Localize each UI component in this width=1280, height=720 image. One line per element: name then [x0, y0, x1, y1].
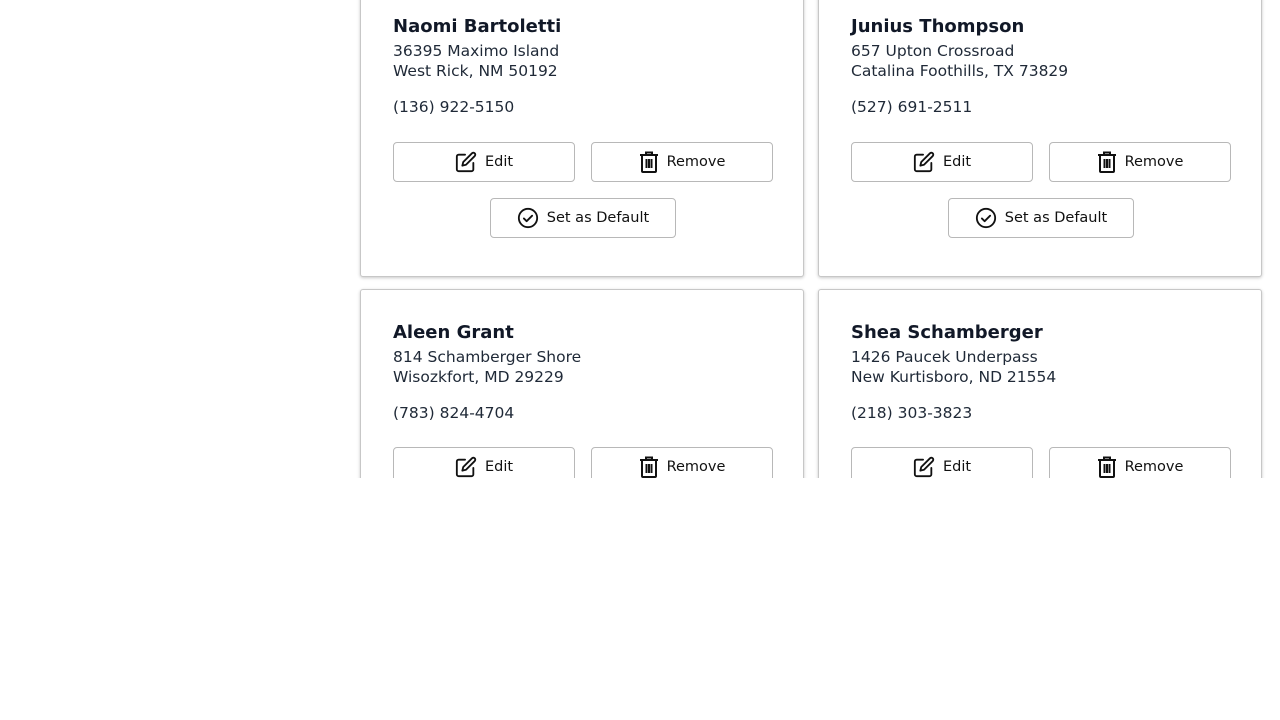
address-line2: Wisozkfort, MD 29229: [393, 368, 564, 386]
edit-icon: [913, 456, 935, 478]
address-phone: (218) 303-3823: [851, 404, 973, 422]
address-name: Aleen Grant: [393, 322, 514, 343]
set-default-button[interactable]: Set as Default: [948, 198, 1134, 238]
address-line2: Catalina Foothills, TX 73829: [851, 62, 1069, 80]
address-line1: 814 Schamberger Shore: [393, 348, 582, 366]
remove-label: Remove: [666, 459, 726, 475]
edit-button[interactable]: Edit: [851, 447, 1033, 478]
remove-label: Remove: [1124, 459, 1184, 475]
address-phone: (783) 824-4704: [393, 404, 515, 422]
address-card: Junius Thompson 657 Upton Crossroad Cata…: [818, 0, 1262, 277]
trash-icon: [639, 456, 659, 478]
address-name: Shea Schamberger: [851, 322, 1043, 343]
address-line2: West Rick, NM 50192: [393, 62, 558, 80]
set-default-label: Set as Default: [1004, 210, 1108, 226]
address-line2: New Kurtisboro, ND 21554: [851, 368, 1057, 386]
edit-button[interactable]: Edit: [851, 142, 1033, 182]
edit-icon: [913, 151, 935, 173]
remove-button[interactable]: Remove: [591, 142, 773, 182]
address-list: Naomi Bartoletti 36395 Maximo Island Wes…: [0, 0, 1280, 478]
address-name: Junius Thompson: [851, 16, 1025, 37]
check-circle-icon: [975, 207, 997, 229]
address-card: Naomi Bartoletti 36395 Maximo Island Wes…: [360, 0, 804, 277]
remove-button[interactable]: Remove: [591, 447, 773, 478]
address-phone: (136) 922-5150: [393, 98, 515, 116]
edit-label: Edit: [484, 459, 514, 475]
check-circle-icon: [517, 207, 539, 229]
trash-icon: [1097, 151, 1117, 173]
trash-icon: [639, 151, 659, 173]
trash-icon: [1097, 456, 1117, 478]
remove-label: Remove: [666, 154, 726, 170]
address-line1: 657 Upton Crossroad: [851, 42, 1015, 60]
address-phone: (527) 691-2511: [851, 98, 973, 116]
remove-button[interactable]: Remove: [1049, 142, 1231, 182]
address-card: Aleen Grant 814 Schamberger Shore Wisozk…: [360, 289, 804, 478]
edit-label: Edit: [942, 459, 972, 475]
edit-button[interactable]: Edit: [393, 142, 575, 182]
edit-label: Edit: [942, 154, 972, 170]
address-line1: 1426 Paucek Underpass: [851, 348, 1038, 366]
edit-icon: [455, 151, 477, 173]
remove-button[interactable]: Remove: [1049, 447, 1231, 478]
set-default-button[interactable]: Set as Default: [490, 198, 676, 238]
address-card: Shea Schamberger 1426 Paucek Underpass N…: [818, 289, 1262, 478]
address-name: Naomi Bartoletti: [393, 16, 562, 37]
edit-button[interactable]: Edit: [393, 447, 575, 478]
set-default-label: Set as Default: [546, 210, 650, 226]
remove-label: Remove: [1124, 154, 1184, 170]
edit-icon: [455, 456, 477, 478]
address-line1: 36395 Maximo Island: [393, 42, 560, 60]
edit-label: Edit: [484, 154, 514, 170]
